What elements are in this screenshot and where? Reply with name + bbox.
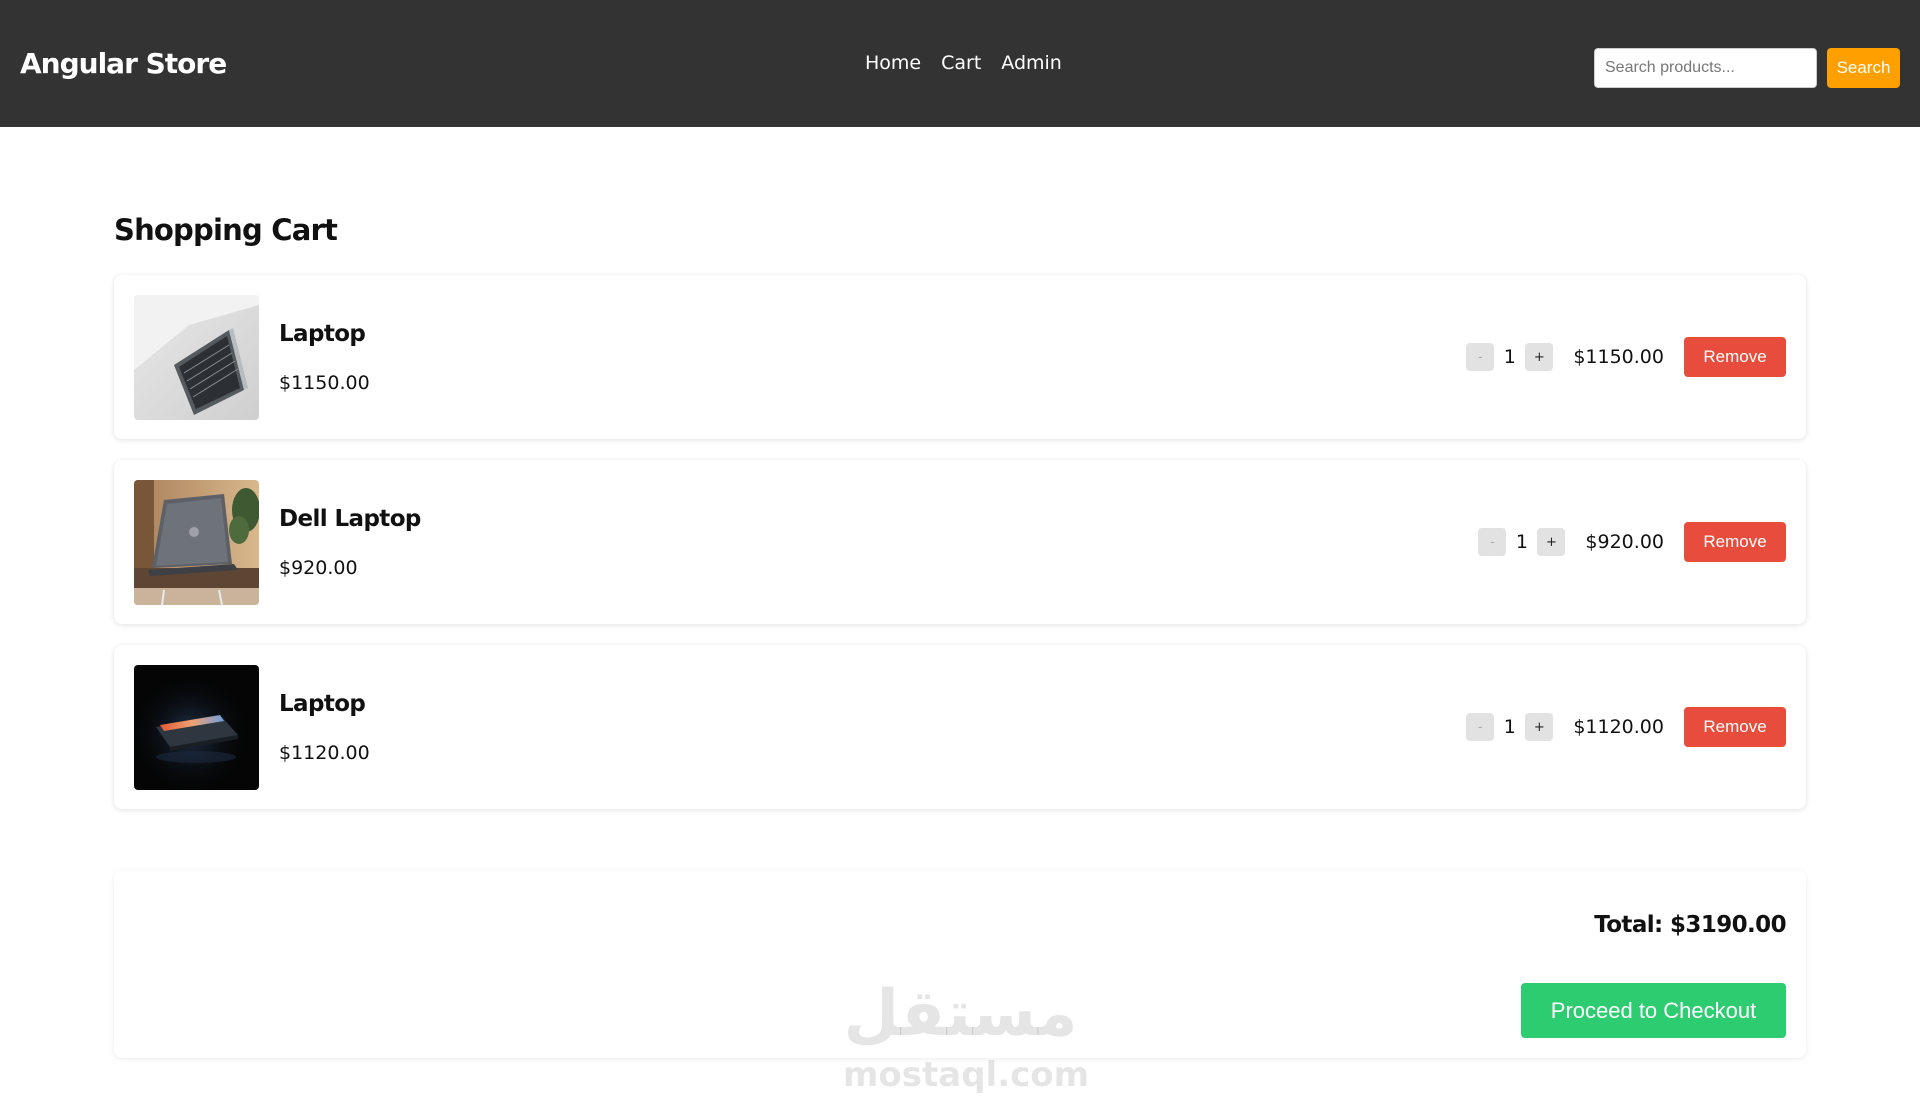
top-navbar: Angular Store Home Cart Admin Search — [0, 0, 1920, 127]
main-nav: Home Cart Admin — [865, 50, 1062, 76]
search-button[interactable]: Search — [1827, 48, 1900, 88]
item-controls: - 1 + $920.00 Remove — [1478, 522, 1786, 562]
decrease-quantity-button[interactable]: - — [1478, 528, 1507, 556]
silver-laptop-image — [134, 295, 259, 420]
cart-item: Dell Laptop $920.00 - 1 + $920.00 Remove — [114, 460, 1806, 624]
quantity-value: 1 — [1515, 531, 1528, 553]
cart-summary: Total: $3190.00 Proceed to Checkout — [114, 870, 1806, 1058]
decrease-quantity-button[interactable]: - — [1466, 343, 1495, 371]
increase-quantity-button[interactable]: + — [1537, 528, 1566, 556]
increase-quantity-button[interactable]: + — [1525, 713, 1554, 741]
cart-item: Laptop $1150.00 - 1 + $1150.00 Remove — [114, 275, 1806, 439]
dell-laptop-image — [134, 480, 259, 605]
item-price: $1150.00 — [279, 372, 370, 394]
remove-item-button[interactable]: Remove — [1684, 337, 1786, 377]
remove-item-button[interactable]: Remove — [1684, 707, 1786, 747]
dark-laptop-image — [134, 665, 259, 790]
item-name: Laptop — [279, 691, 366, 717]
page-title: Shopping Cart — [114, 213, 338, 247]
checkout-button[interactable]: Proceed to Checkout — [1521, 983, 1786, 1038]
decrease-quantity-button[interactable]: - — [1466, 713, 1495, 741]
nav-cart-link[interactable]: Cart — [941, 50, 981, 76]
quantity-value: 1 — [1503, 346, 1516, 368]
cart-item: Laptop $1120.00 - 1 + $1120.00 Remove — [114, 645, 1806, 809]
item-controls: - 1 + $1150.00 Remove — [1466, 337, 1786, 377]
increase-quantity-button[interactable]: + — [1525, 343, 1554, 371]
search-input[interactable] — [1594, 48, 1817, 88]
item-controls: - 1 + $1120.00 Remove — [1466, 707, 1786, 747]
item-name: Dell Laptop — [279, 506, 421, 532]
line-total: $920.00 — [1585, 531, 1664, 553]
nav-admin-link[interactable]: Admin — [1001, 50, 1062, 76]
line-total: $1120.00 — [1573, 716, 1664, 738]
item-name: Laptop — [279, 321, 366, 347]
remove-item-button[interactable]: Remove — [1684, 522, 1786, 562]
quantity-value: 1 — [1503, 716, 1516, 738]
nav-home-link[interactable]: Home — [865, 50, 921, 76]
line-total: $1150.00 — [1573, 346, 1664, 368]
item-price: $920.00 — [279, 557, 358, 579]
cart-total: Total: $3190.00 — [1594, 912, 1786, 938]
brand-logo[interactable]: Angular Store — [20, 44, 227, 84]
item-price: $1120.00 — [279, 742, 370, 764]
watermark-latin-text: mostaql.com — [843, 1055, 1090, 1095]
